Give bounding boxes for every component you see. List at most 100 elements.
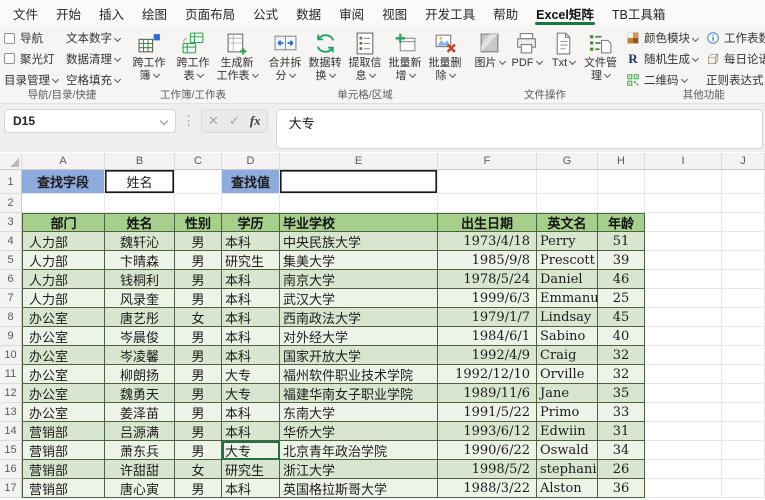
cell-B3[interactable]: 姓名 (105, 213, 175, 232)
checkbox-icon[interactable] (4, 32, 15, 44)
menu-tab-formulas[interactable]: 公式 (244, 0, 287, 26)
cell-C3[interactable]: 性别 (175, 213, 222, 232)
cell-D10[interactable]: 本科 (222, 346, 280, 365)
menu-tab-home[interactable]: 开始 (47, 0, 90, 26)
cell-I3[interactable] (645, 213, 722, 232)
cell-H10[interactable]: 32 (598, 346, 645, 365)
cell-A8[interactable]: 办公室 (22, 308, 105, 327)
cell-I14[interactable] (645, 422, 722, 441)
cell-B5[interactable]: 卞晴森 (105, 251, 175, 270)
cell-H3[interactable]: 年龄 (598, 213, 645, 232)
cell-A2[interactable] (22, 194, 105, 213)
cell-I16[interactable] (645, 460, 722, 479)
cell-F17[interactable]: 1988/3/22 (438, 479, 537, 498)
menu-tab-data[interactable]: 数据 (287, 0, 330, 26)
menu-tab-review[interactable]: 审阅 (330, 0, 373, 26)
cell-J11[interactable] (722, 365, 765, 384)
ribbon-item-qrcode[interactable]: 二维码 (626, 72, 698, 88)
cell-H5[interactable]: 39 (598, 251, 645, 270)
cell-G8[interactable]: Lindsay (537, 308, 598, 327)
cell-D8[interactable]: 本科 (222, 308, 280, 327)
ribbon-item-daily[interactable]: 每日论语 (706, 51, 765, 67)
row-header-10[interactable]: 10 (0, 346, 22, 365)
cell-D4[interactable]: 本科 (222, 232, 280, 251)
cell-F13[interactable]: 1991/5/22 (438, 403, 537, 422)
cell-D16[interactable]: 研究生 (222, 460, 280, 479)
ribbon-button-txt[interactable]: Txt (546, 28, 581, 70)
ribbon-button-picture[interactable]: 图片 (472, 28, 507, 70)
cell-B13[interactable]: 姜泽苗 (105, 403, 175, 422)
cell-C9[interactable]: 男 (175, 327, 222, 346)
cell-A15[interactable]: 营销部 (22, 441, 105, 460)
cell-F8[interactable]: 1979/1/7 (438, 308, 537, 327)
cell-E8[interactable]: 西南政法大学 (280, 308, 438, 327)
cell-C17[interactable]: 男 (175, 479, 222, 498)
cell-G14[interactable]: Edwiin (537, 422, 598, 441)
cell-D3[interactable]: 学历 (222, 213, 280, 232)
cell-H16[interactable]: 26 (598, 460, 645, 479)
column-header-I[interactable]: I (645, 153, 722, 170)
menu-tab-page-layout[interactable]: 页面布局 (176, 0, 244, 26)
column-header-B[interactable]: B (105, 153, 175, 170)
cell-C6[interactable]: 男 (175, 270, 222, 289)
insert-function-button[interactable]: fx (250, 113, 261, 129)
ribbon-item-spotlight[interactable]: 聚光灯 (4, 51, 58, 67)
cell-E16[interactable]: 浙江大学 (280, 460, 438, 479)
cell-I4[interactable] (645, 232, 722, 251)
cell-J4[interactable] (722, 232, 765, 251)
cell-E7[interactable]: 武汉大学 (280, 289, 438, 308)
cell-D7[interactable]: 本科 (222, 289, 280, 308)
ribbon-button-merge-split[interactable]: 合并拆分 (266, 28, 304, 83)
cell-D17[interactable]: 本科 (222, 479, 280, 498)
cell-F11[interactable]: 1992/12/10 (438, 365, 537, 384)
ribbon-button-extract[interactable]: 提取信息 (346, 28, 384, 83)
cell-F3[interactable]: 出生日期 (438, 213, 537, 232)
row-header-4[interactable]: 4 (0, 232, 22, 251)
cell-H11[interactable]: 32 (598, 365, 645, 384)
column-header-E[interactable]: E (280, 153, 438, 170)
column-header-C[interactable]: C (175, 153, 222, 170)
cell-J5[interactable] (722, 251, 765, 270)
cell-J6[interactable] (722, 270, 765, 289)
cell-C11[interactable]: 男 (175, 365, 222, 384)
cell-I15[interactable] (645, 441, 722, 460)
cell-F10[interactable]: 1992/4/9 (438, 346, 537, 365)
ribbon-button-new-sheet[interactable]: 生成新工作表 (216, 28, 259, 83)
row-header-5[interactable]: 5 (0, 251, 22, 270)
cell-C13[interactable]: 男 (175, 403, 222, 422)
cell-G7[interactable]: Emmanuel (537, 289, 598, 308)
cell-J3[interactable] (722, 213, 765, 232)
column-header-G[interactable]: G (537, 153, 598, 170)
row-header-6[interactable]: 6 (0, 270, 22, 289)
row-header-12[interactable]: 12 (0, 384, 22, 403)
cell-J16[interactable] (722, 460, 765, 479)
ribbon-button-file-manage[interactable]: 文件管理 (583, 28, 618, 83)
cell-C4[interactable]: 男 (175, 232, 222, 251)
cell-G5[interactable]: Prescott (537, 251, 598, 270)
cell-B4[interactable]: 魏轩沁 (105, 232, 175, 251)
cell-B12[interactable]: 魏勇天 (105, 384, 175, 403)
menu-tab-insert[interactable]: 插入 (90, 0, 133, 26)
cell-I12[interactable] (645, 384, 722, 403)
cell-G16[interactable]: stephanie (537, 460, 598, 479)
row-header-17[interactable]: 17 (0, 479, 22, 498)
cell-H15[interactable]: 34 (598, 441, 645, 460)
cell-I7[interactable] (645, 289, 722, 308)
cell-C12[interactable]: 男 (175, 384, 222, 403)
row-header-8[interactable]: 8 (0, 308, 22, 327)
ribbon-item-toc-manage[interactable]: 目录管理 (4, 72, 60, 88)
cell-B15[interactable]: 萧东兵 (105, 441, 175, 460)
ribbon-item-text-number[interactable]: 文本数字 (66, 30, 122, 46)
cell-A12[interactable]: 办公室 (22, 384, 105, 403)
cell-J8[interactable] (722, 308, 765, 327)
cell-C7[interactable]: 男 (175, 289, 222, 308)
cell-F2[interactable] (438, 194, 537, 213)
cell-A14[interactable]: 营销部 (22, 422, 105, 441)
cell-H12[interactable]: 35 (598, 384, 645, 403)
cell-I6[interactable] (645, 270, 722, 289)
column-header-A[interactable]: A (22, 153, 105, 170)
confirm-entry-button[interactable]: ✓ (229, 113, 240, 129)
cell-F9[interactable]: 1984/6/1 (438, 327, 537, 346)
cell-G4[interactable]: Perry (537, 232, 598, 251)
cell-C2[interactable] (175, 194, 222, 213)
